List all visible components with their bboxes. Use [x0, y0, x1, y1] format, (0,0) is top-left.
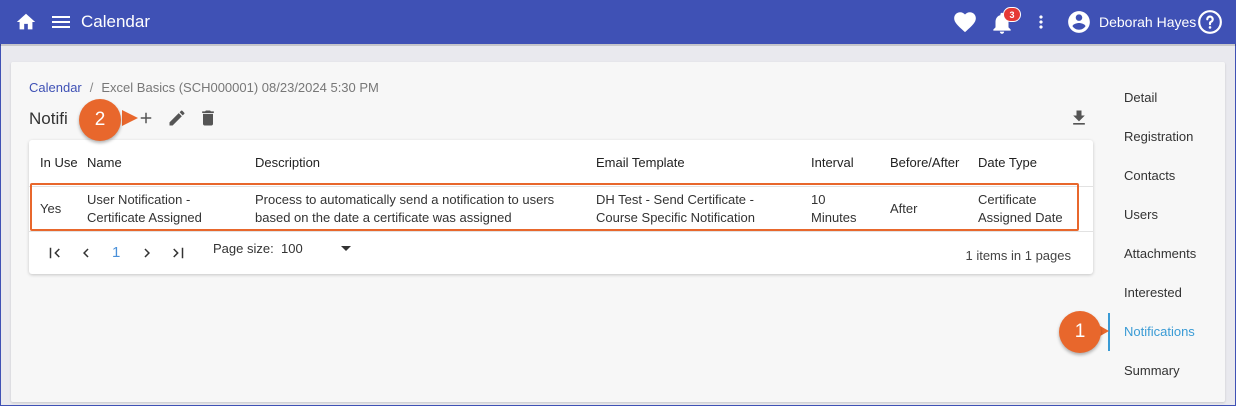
- breadcrumb-separator: /: [89, 80, 94, 95]
- breadcrumb: Calendar / Excel Basics (SCH000001) 08/23/…: [29, 80, 379, 95]
- current-page-number[interactable]: 1: [112, 244, 120, 261]
- more-vert-icon[interactable]: [1031, 10, 1051, 34]
- row-highlight-box: [30, 183, 1079, 231]
- app-bar-shadow: [0, 44, 1236, 46]
- column-header-name[interactable]: Name: [87, 140, 247, 186]
- column-header-description[interactable]: Description: [255, 140, 585, 186]
- chevron-down-icon[interactable]: [341, 246, 351, 251]
- column-header-email-template[interactable]: Email Template: [596, 140, 796, 186]
- heart-icon[interactable]: [952, 9, 978, 35]
- breadcrumb-calendar-link[interactable]: Calendar: [29, 80, 82, 95]
- items-info: 1 items in 1 pages: [965, 248, 1071, 263]
- column-header-date-type[interactable]: Date Type: [978, 140, 1078, 186]
- sidenav-item-notifications[interactable]: Notifications: [1124, 324, 1195, 339]
- app-title: Calendar: [81, 12, 150, 31]
- section-title: Notifi: [29, 109, 68, 128]
- column-header-before-after[interactable]: Before/After: [890, 140, 975, 186]
- user-name[interactable]: Deborah Hayes: [1099, 14, 1196, 30]
- page-size-label: Page size:: [213, 241, 274, 256]
- home-icon[interactable]: [14, 10, 38, 34]
- sidenav-item-interested[interactable]: Interested: [1124, 285, 1182, 300]
- top-app-bar: Calendar 3 Deborah Hayes: [0, 0, 1236, 46]
- sidenav-item-registration[interactable]: Registration: [1124, 129, 1193, 144]
- callout-1: 1: [1059, 311, 1101, 353]
- sidenav-item-attachments[interactable]: Attachments: [1124, 246, 1196, 261]
- sidenav-item-users[interactable]: Users: [1124, 207, 1158, 222]
- sidenav-item-summary[interactable]: Summary: [1124, 363, 1180, 378]
- row-divider: [29, 231, 1093, 232]
- page-size-select[interactable]: 100: [281, 241, 303, 256]
- last-page-icon[interactable]: [167, 243, 189, 263]
- callout-2: 2: [79, 99, 121, 141]
- breadcrumb-current: Excel Basics (SCH000001) 08/23/2024 5:30…: [101, 80, 379, 95]
- notification-count-badge: 3: [1003, 7, 1021, 22]
- help-icon[interactable]: [1197, 9, 1223, 35]
- next-page-icon[interactable]: [137, 243, 157, 263]
- delete-icon[interactable]: [197, 107, 219, 129]
- notifications-grid: In Use Name Description Email Template I…: [29, 140, 1093, 274]
- sidenav-item-detail[interactable]: Detail: [1124, 90, 1157, 105]
- previous-page-icon[interactable]: [76, 243, 96, 263]
- column-header-interval[interactable]: Interval: [811, 140, 881, 186]
- column-header-in-use[interactable]: In Use: [40, 140, 80, 186]
- callout-2-pointer: [122, 110, 138, 126]
- download-icon[interactable]: [1068, 107, 1090, 129]
- sidenav-item-contacts[interactable]: Contacts: [1124, 168, 1175, 183]
- edit-icon[interactable]: [166, 107, 188, 129]
- account-icon[interactable]: [1066, 9, 1092, 35]
- first-page-icon[interactable]: [45, 243, 65, 263]
- menu-icon[interactable]: [49, 10, 73, 34]
